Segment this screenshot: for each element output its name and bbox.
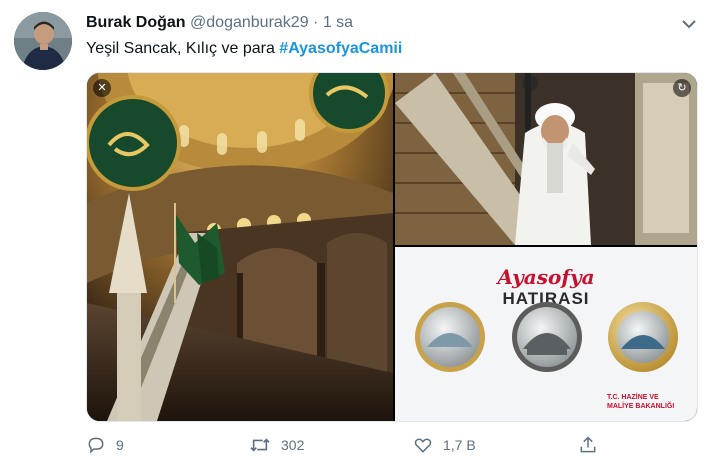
- share-icon: [580, 436, 596, 453]
- tweet-text: Yeşil Sancak, Kılıç ve para #AyasofyaCam…: [86, 40, 402, 58]
- like-count: 1,7 B: [443, 437, 476, 453]
- hashtag-link[interactable]: #AyasofyaCamii: [279, 40, 402, 57]
- retweet-icon: [250, 438, 270, 452]
- reply-count: 9: [116, 437, 124, 453]
- tweet-timestamp[interactable]: 1 sa: [323, 14, 353, 31]
- separator-dot: ·: [313, 14, 319, 31]
- retweet-count: 302: [281, 437, 305, 453]
- share-button[interactable]: [578, 432, 608, 458]
- author-name[interactable]: Burak Doğan: [86, 14, 186, 31]
- retweet-button[interactable]: 302: [249, 432, 304, 458]
- imam-pulpit-image[interactable]: ↻: [395, 73, 697, 245]
- coin-commemorative-image[interactable]: Ayasofya HATIRASI T.C. HAZİNE VE MALİYE …: [395, 247, 697, 421]
- ministry-logo-right: T.C. HAZİNE VE MALİYE BAKANLIĞI: [607, 394, 675, 410]
- like-button[interactable]: 1,7 B: [413, 432, 476, 458]
- rotate-icon[interactable]: ↻: [673, 79, 691, 97]
- close-icon[interactable]: ✕: [93, 79, 111, 97]
- tweet-header: Burak Doğan @doganburak29 · 1 sa: [86, 14, 700, 36]
- media-grid: ✕ ↻ Ayasofya HATIRASI T.C. HAZİNE VE MAL…: [86, 72, 698, 422]
- heart-icon: [414, 438, 432, 453]
- author-handle[interactable]: @doganburak29: [190, 14, 309, 31]
- tweet-actions: 9 302 1,7 B: [86, 432, 606, 458]
- tweet-body: Yeşil Sancak, Kılıç ve para: [86, 40, 275, 57]
- reply-button[interactable]: 9: [86, 432, 124, 458]
- hagia-sophia-interior-image[interactable]: ✕: [87, 73, 393, 421]
- author-avatar[interactable]: [14, 12, 72, 70]
- chevron-down-icon[interactable]: [678, 14, 700, 34]
- reply-icon: [88, 437, 104, 454]
